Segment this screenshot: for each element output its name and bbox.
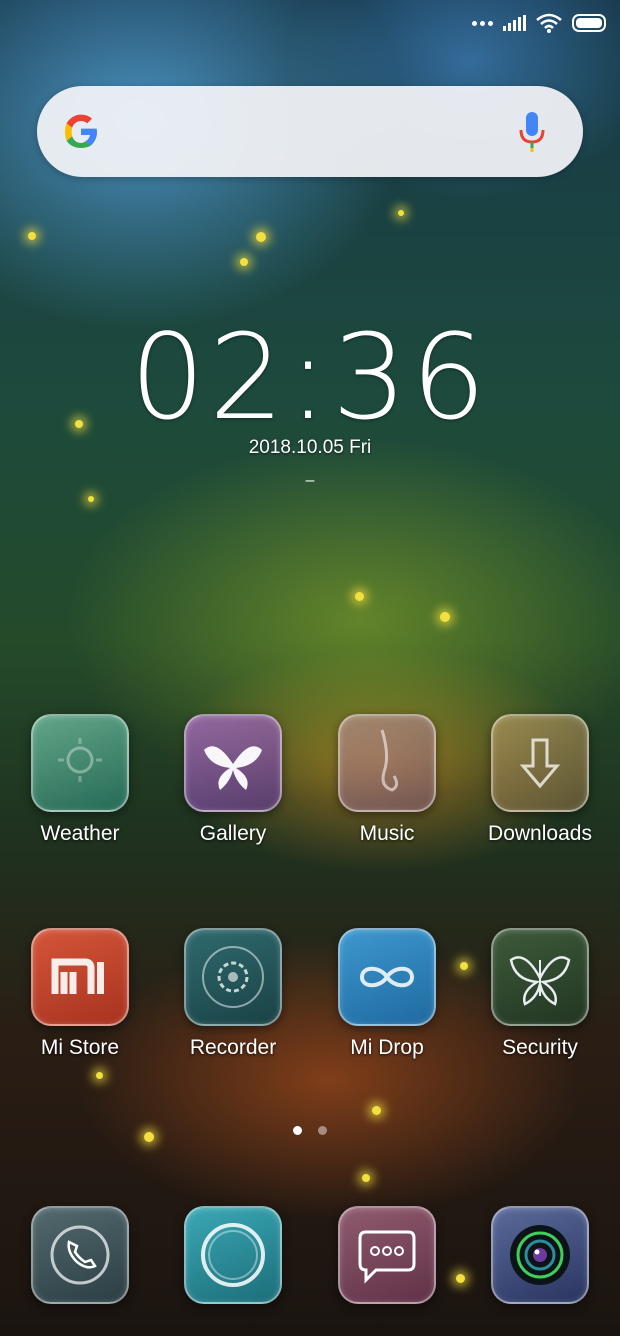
phone-icon [31,1206,129,1304]
app-security[interactable]: Security [475,928,605,1060]
app-music[interactable]: Music [322,714,452,846]
app-recorder[interactable]: Recorder [168,928,298,1060]
app-mi-drop[interactable]: Mi Drop [322,928,452,1060]
music-icon [338,714,436,812]
browser-ring-icon [184,1206,282,1304]
app-label: Recorder [189,1036,277,1059]
microphone-icon[interactable] [517,110,547,154]
dock-phone[interactable] [15,1206,145,1304]
wifi-icon [536,13,562,33]
app-mi-store[interactable]: Mi Store [15,928,145,1060]
app-label: Gallery [199,822,267,845]
app-label: Security [502,1036,578,1059]
battery-icon [572,14,606,32]
page-indicator[interactable] [0,1126,620,1135]
app-label: Music [359,822,415,845]
clock-subtext: – [305,472,315,489]
message-icon [338,1206,436,1304]
download-arrow-icon [491,714,589,812]
clock-date: 2018.10.05 Fri [248,437,372,458]
signal-icon [503,15,526,31]
recorder-icon [184,928,282,1026]
camera-icon [491,1206,589,1304]
app-gallery[interactable]: Gallery [168,714,298,846]
butterfly-security-icon [491,928,589,1026]
app-label: Weather [40,822,120,845]
dock-camera[interactable] [475,1206,605,1304]
weather-icon [31,714,129,812]
app-label: Mi Store [40,1036,120,1059]
dots-icon [472,20,493,26]
app-label: Mi Drop [350,1036,424,1059]
clock-time[interactable]: 02:36 [0,318,620,436]
google-search-bar[interactable] [37,86,583,177]
page-dot-active[interactable] [293,1126,302,1135]
dock-browser[interactable] [168,1206,298,1304]
app-weather[interactable]: Weather [15,714,145,846]
page-dot[interactable] [318,1126,327,1135]
infinity-icon [338,928,436,1026]
google-icon [65,114,97,148]
butterfly-gallery-icon [184,714,282,812]
app-label: Downloads [488,822,592,845]
mi-logo-icon [31,928,129,1026]
app-downloads[interactable]: Downloads [475,714,605,846]
dock-messages[interactable] [322,1206,452,1304]
status-bar [472,10,606,36]
